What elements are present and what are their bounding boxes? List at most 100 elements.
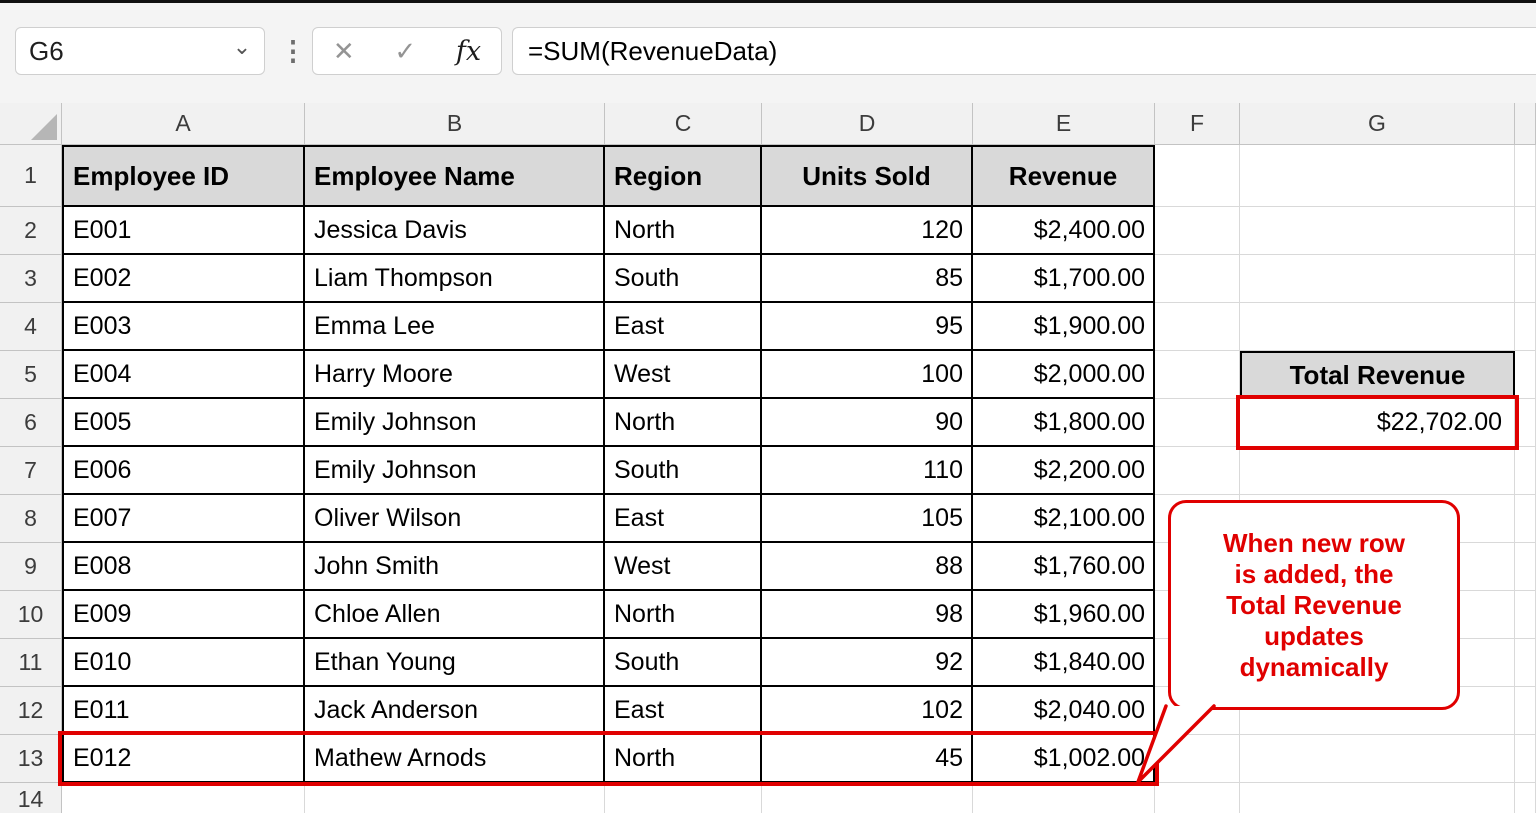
cell-A3[interactable]: E002 <box>62 255 305 303</box>
cell-F5[interactable] <box>1155 351 1240 399</box>
cell-F13[interactable] <box>1155 735 1240 783</box>
cell-B8[interactable]: Oliver Wilson <box>305 495 605 543</box>
cell-D2[interactable]: 120 <box>762 207 973 255</box>
cell-overflow-10[interactable] <box>1515 591 1536 639</box>
cell-A10[interactable]: E009 <box>62 591 305 639</box>
row-header-11[interactable]: 11 <box>0 639 62 687</box>
cell-A13[interactable]: E012 <box>62 735 305 783</box>
cell-G13[interactable] <box>1240 735 1515 783</box>
cell-C2[interactable]: North <box>605 207 762 255</box>
cell-G1[interactable] <box>1240 145 1515 207</box>
cell-G2[interactable] <box>1240 207 1515 255</box>
cell-F2[interactable] <box>1155 207 1240 255</box>
row-header-1[interactable]: 1 <box>0 145 62 207</box>
column-header-C[interactable]: C <box>605 103 762 145</box>
cell-E8[interactable]: $2,100.00 <box>973 495 1155 543</box>
cell-overflow-13[interactable] <box>1515 735 1536 783</box>
cell-B3[interactable]: Liam Thompson <box>305 255 605 303</box>
column-header-B[interactable]: B <box>305 103 605 145</box>
cell-B9[interactable]: John Smith <box>305 543 605 591</box>
cell-C6[interactable]: North <box>605 399 762 447</box>
column-header-A[interactable]: A <box>62 103 305 145</box>
cell-G4[interactable] <box>1240 303 1515 351</box>
cell-G14[interactable] <box>1240 783 1515 813</box>
cell-D8[interactable]: 105 <box>762 495 973 543</box>
cell-overflow-3[interactable] <box>1515 255 1536 303</box>
cell-C14[interactable] <box>605 783 762 813</box>
cell-C10[interactable]: North <box>605 591 762 639</box>
column-header-E[interactable]: E <box>973 103 1155 145</box>
cell-F6[interactable] <box>1155 399 1240 447</box>
cell-E4[interactable]: $1,900.00 <box>973 303 1155 351</box>
cell-overflow-7[interactable] <box>1515 447 1536 495</box>
row-header-2[interactable]: 2 <box>0 207 62 255</box>
chevron-down-icon[interactable]: ⌄ <box>220 34 264 68</box>
cell-D6[interactable]: 90 <box>762 399 973 447</box>
cell-overflow-2[interactable] <box>1515 207 1536 255</box>
cell-F4[interactable] <box>1155 303 1240 351</box>
cell-overflow-11[interactable] <box>1515 639 1536 687</box>
cell-C3[interactable]: South <box>605 255 762 303</box>
cell-C12[interactable]: East <box>605 687 762 735</box>
cell-B1[interactable]: Employee Name <box>305 145 605 207</box>
cell-A2[interactable]: E001 <box>62 207 305 255</box>
cell-B5[interactable]: Harry Moore <box>305 351 605 399</box>
row-header-14[interactable]: 14 <box>0 783 62 813</box>
column-header-D[interactable]: D <box>762 103 973 145</box>
cell-A4[interactable]: E003 <box>62 303 305 351</box>
row-header-13[interactable]: 13 <box>0 735 62 783</box>
column-header-F[interactable]: F <box>1155 103 1240 145</box>
cell-B12[interactable]: Jack Anderson <box>305 687 605 735</box>
cell-B2[interactable]: Jessica Davis <box>305 207 605 255</box>
row-header-7[interactable]: 7 <box>0 447 62 495</box>
cell-E13[interactable]: $1,002.00 <box>973 735 1155 783</box>
formula-input[interactable]: =SUM(RevenueData) <box>512 27 1536 75</box>
cell-E7[interactable]: $2,200.00 <box>973 447 1155 495</box>
cell-A11[interactable]: E010 <box>62 639 305 687</box>
cell-E11[interactable]: $1,840.00 <box>973 639 1155 687</box>
cell-D14[interactable] <box>762 783 973 813</box>
cell-G7[interactable] <box>1240 447 1515 495</box>
cell-D3[interactable]: 85 <box>762 255 973 303</box>
cell-B6[interactable]: Emily Johnson <box>305 399 605 447</box>
cell-C9[interactable]: West <box>605 543 762 591</box>
row-header-9[interactable]: 9 <box>0 543 62 591</box>
cell-C8[interactable]: East <box>605 495 762 543</box>
cell-A8[interactable]: E007 <box>62 495 305 543</box>
cell-E12[interactable]: $2,040.00 <box>973 687 1155 735</box>
cancel-icon[interactable]: ✕ <box>333 36 355 67</box>
cell-D12[interactable]: 102 <box>762 687 973 735</box>
cell-D7[interactable]: 110 <box>762 447 973 495</box>
cell-F14[interactable] <box>1155 783 1240 813</box>
cell-B7[interactable]: Emily Johnson <box>305 447 605 495</box>
cell-F3[interactable] <box>1155 255 1240 303</box>
cell-overflow-6[interactable] <box>1515 399 1536 447</box>
cell-E9[interactable]: $1,760.00 <box>973 543 1155 591</box>
cell-E14[interactable] <box>973 783 1155 813</box>
row-header-6[interactable]: 6 <box>0 399 62 447</box>
cell-C1[interactable]: Region <box>605 145 762 207</box>
cell-overflow-8[interactable] <box>1515 495 1536 543</box>
cell-G3[interactable] <box>1240 255 1515 303</box>
cell-D4[interactable]: 95 <box>762 303 973 351</box>
cell-B4[interactable]: Emma Lee <box>305 303 605 351</box>
cell-E1[interactable]: Revenue <box>973 145 1155 207</box>
name-box[interactable]: G6 ⌄ <box>15 27 265 75</box>
cell-D1[interactable]: Units Sold <box>762 145 973 207</box>
cell-C5[interactable]: West <box>605 351 762 399</box>
cell-B10[interactable]: Chloe Allen <box>305 591 605 639</box>
cell-A12[interactable]: E011 <box>62 687 305 735</box>
cell-A9[interactable]: E008 <box>62 543 305 591</box>
cell-overflow-5[interactable] <box>1515 351 1536 399</box>
cell-C11[interactable]: South <box>605 639 762 687</box>
insert-function-icon[interactable]: fx <box>456 36 481 67</box>
enter-icon[interactable]: ✓ <box>394 36 416 67</box>
cell-E2[interactable]: $2,400.00 <box>973 207 1155 255</box>
cell-A1[interactable]: Employee ID <box>62 145 305 207</box>
cell-overflow-4[interactable] <box>1515 303 1536 351</box>
cell-overflow-1[interactable] <box>1515 145 1536 207</box>
cell-C13[interactable]: North <box>605 735 762 783</box>
cell-D11[interactable]: 92 <box>762 639 973 687</box>
cell-E3[interactable]: $1,700.00 <box>973 255 1155 303</box>
cell-overflow-14[interactable] <box>1515 783 1536 813</box>
